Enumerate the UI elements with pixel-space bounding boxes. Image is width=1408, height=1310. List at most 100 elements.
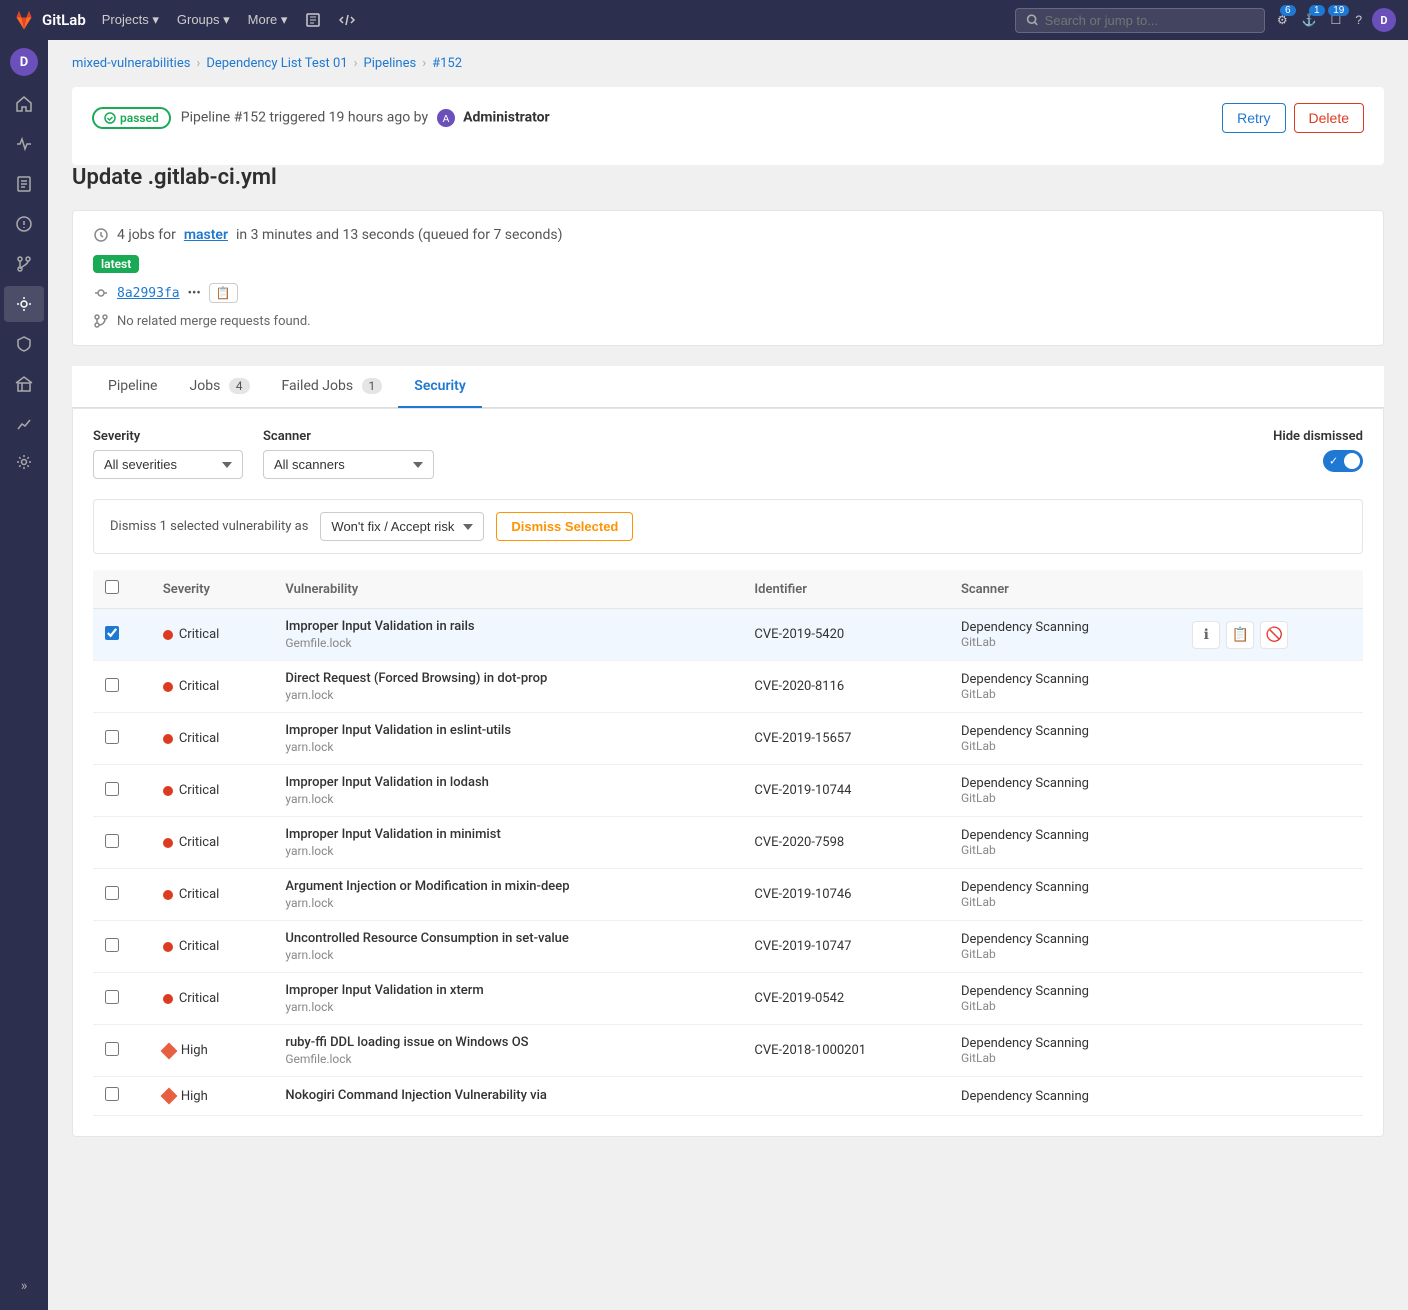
tab-jobs[interactable]: Jobs 4 <box>174 366 266 408</box>
row-identifier-cell: CVE-2019-5420 <box>742 609 949 661</box>
row-identifier-cell: CVE-2019-10746 <box>742 869 949 921</box>
sidebar-item-activity[interactable] <box>4 126 44 162</box>
projects-nav-btn[interactable]: Projects ▾ <box>94 8 167 32</box>
sidebar-item-home[interactable] <box>4 86 44 122</box>
dismiss-reason-select[interactable]: Won't fix / Accept risk Mitigated Not ap… <box>320 512 484 541</box>
breadcrumb-project[interactable]: mixed-vulnerabilities <box>72 56 190 71</box>
pipeline-tabs: Pipeline Jobs 4 Failed Jobs 1 Security <box>72 366 1384 408</box>
groups-nav-btn[interactable]: Groups ▾ <box>169 8 238 32</box>
tab-security[interactable]: Security <box>398 366 482 408</box>
vuln-name: Improper Input Validation in minimist <box>285 827 730 842</box>
hide-dismissed-group: Hide dismissed ✓ <box>1273 429 1363 472</box>
user-avatar[interactable]: D <box>1372 8 1396 32</box>
help-icon[interactable]: ? <box>1351 9 1366 31</box>
hide-dismissed-toggle[interactable]: ✓ <box>1323 450 1363 472</box>
scanner-name: Dependency Scanning <box>961 1036 1168 1051</box>
vuln-file: yarn.lock <box>285 792 730 806</box>
sidebar-item-analytics[interactable] <box>4 406 44 442</box>
gitlab-logo[interactable]: GitLab <box>12 8 86 32</box>
breadcrumb-pipeline-id[interactable]: #152 <box>432 56 462 71</box>
todo-icon[interactable]: ☐ 19 <box>1327 9 1346 31</box>
sidebar-item-packages[interactable] <box>4 366 44 402</box>
row-scanner-cell: Dependency Scanning GitLab <box>949 921 1180 973</box>
row-vuln-cell: Direct Request (Forced Browsing) in dot-… <box>273 661 742 713</box>
row-checkbox[interactable] <box>105 834 119 848</box>
row-checkbox[interactable] <box>105 1087 119 1101</box>
branch-link[interactable]: master <box>184 227 228 243</box>
more-nav-btn[interactable]: More ▾ <box>240 8 296 32</box>
row-severity-cell: High <box>151 1077 274 1116</box>
sidebar-item-security[interactable] <box>4 326 44 362</box>
table-row: Critical Improper Input Validation in es… <box>93 713 1363 765</box>
breadcrumb-pipelines[interactable]: Pipelines <box>364 56 417 71</box>
delete-button[interactable]: Delete <box>1294 103 1364 133</box>
sidebar-item-cicd[interactable] <box>4 286 44 322</box>
row-edit-btn[interactable]: 📋 <box>1226 621 1254 649</box>
table-row: High Nokogiri Command Injection Vulnerab… <box>93 1077 1363 1116</box>
row-checkbox[interactable] <box>105 938 119 952</box>
severity-cell: High <box>163 1089 262 1104</box>
scanner-name: Dependency Scanning <box>961 984 1168 999</box>
code-nav-btn[interactable] <box>331 8 363 32</box>
identifier-value: CVE-2020-8116 <box>754 679 844 694</box>
row-actions-cell <box>1180 765 1363 817</box>
select-all-checkbox[interactable] <box>105 580 119 594</box>
search-bar[interactable] <box>1015 8 1265 33</box>
scanner-filter-select[interactable]: All scanners Dependency Scanning Contain… <box>263 450 434 479</box>
copy-commit-btn[interactable]: 📋 <box>209 283 238 303</box>
row-severity-cell: Critical <box>151 921 274 973</box>
row-dismiss-btn[interactable]: 🚫 <box>1260 621 1288 649</box>
identifier-value: CVE-2018-1000201 <box>754 1043 866 1058</box>
row-actions-cell: ℹ 📋 🚫 <box>1180 609 1363 661</box>
nav-group: Projects ▾ Groups ▾ More ▾ <box>94 8 364 32</box>
commit-hash-link[interactable]: 8a2993fa <box>117 286 180 301</box>
search-input[interactable] <box>1045 13 1254 28</box>
row-info-btn[interactable]: ℹ <box>1192 621 1220 649</box>
identifier-value: CVE-2019-5420 <box>754 627 844 642</box>
tab-failed-jobs[interactable]: Failed Jobs 1 <box>266 366 399 408</box>
scanner-name: Dependency Scanning <box>961 880 1168 895</box>
severity-cell: Critical <box>163 679 262 694</box>
merge-request-icon[interactable]: ⚓ 1 <box>1298 9 1321 31</box>
identifier-value: CVE-2019-10744 <box>754 783 851 798</box>
row-identifier-cell: CVE-2019-0542 <box>742 973 949 1025</box>
row-vuln-cell: Uncontrolled Resource Consumption in set… <box>273 921 742 973</box>
dismiss-selected-button[interactable]: Dismiss Selected <box>496 512 633 541</box>
col-severity: Severity <box>151 570 274 609</box>
sidebar-item-settings[interactable] <box>4 444 44 480</box>
vuln-name: Improper Input Validation in xterm <box>285 983 730 998</box>
row-checkbox[interactable] <box>105 1042 119 1056</box>
tab-pipeline[interactable]: Pipeline <box>92 366 174 408</box>
row-actions-cell <box>1180 869 1363 921</box>
failed-jobs-tab-count: 1 <box>362 378 383 394</box>
pipeline-header-card: passed Pipeline #152 triggered 19 hours … <box>72 87 1384 165</box>
row-checkbox[interactable] <box>105 626 119 640</box>
sidebar-avatar[interactable]: D <box>10 48 38 76</box>
row-checkbox[interactable] <box>105 990 119 1004</box>
severity-filter-select[interactable]: All severities Critical High Medium Low <box>93 450 243 479</box>
row-checkbox[interactable] <box>105 782 119 796</box>
table-row: Critical Improper Input Validation in ra… <box>93 609 1363 661</box>
sidebar: D » <box>0 40 48 1310</box>
row-checkbox[interactable] <box>105 678 119 692</box>
row-scanner-cell: Dependency Scanning GitLab <box>949 869 1180 921</box>
code-review-icon[interactable]: ⚙ 6 <box>1273 9 1292 31</box>
severity-filter-label: Severity <box>93 429 243 444</box>
jobs-time-text: in 3 minutes and 13 seconds (queued for … <box>236 227 563 243</box>
breadcrumb-repo[interactable]: Dependency List Test 01 <box>206 56 347 71</box>
sidebar-item-repository[interactable] <box>4 166 44 202</box>
severity-cell: Critical <box>163 783 262 798</box>
row-identifier-cell: CVE-2019-15657 <box>742 713 949 765</box>
activity-nav-btn[interactable] <box>297 8 329 32</box>
row-checkbox[interactable] <box>105 730 119 744</box>
retry-button[interactable]: Retry <box>1222 103 1285 133</box>
scanner-name: Dependency Scanning <box>961 724 1168 739</box>
row-actions-cell <box>1180 713 1363 765</box>
sidebar-item-issues[interactable] <box>4 206 44 242</box>
sidebar-item-merge-requests[interactable] <box>4 246 44 282</box>
sidebar-expand-btn[interactable]: » <box>13 1270 36 1302</box>
row-checkbox[interactable] <box>105 886 119 900</box>
scanner-name: Dependency Scanning <box>961 776 1168 791</box>
row-severity-cell: Critical <box>151 765 274 817</box>
row-actions-cell <box>1180 661 1363 713</box>
